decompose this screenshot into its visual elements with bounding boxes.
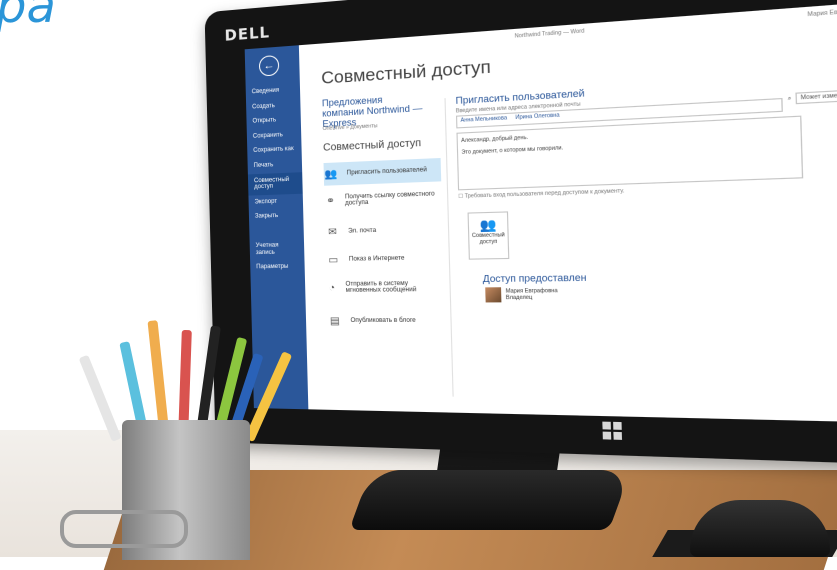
divider	[444, 98, 454, 397]
option-label: Показ в Интернете	[348, 255, 405, 263]
email-icon: ✉	[328, 226, 338, 238]
share-button-label: Совместный доступ	[471, 232, 505, 246]
option-present-online[interactable]: ▭ Показ в Интернете	[326, 251, 444, 268]
page-title: Совместный доступ	[321, 56, 492, 88]
option-invite-people[interactable]: 👥 Пригласить пользователей	[323, 157, 442, 186]
present-icon: ▭	[328, 254, 339, 266]
sidebar-item-export[interactable]: Экспорт	[248, 193, 303, 210]
message-textarea[interactable]: Александр, добрый день. Это документ, о …	[456, 115, 804, 191]
pencil	[78, 354, 122, 442]
computer-mouse	[690, 500, 830, 557]
option-label: Опубликовать в блоге	[350, 317, 416, 325]
link-icon: ⚭	[326, 195, 336, 207]
back-arrow-icon[interactable]: ←	[258, 54, 280, 77]
option-label: Эл. почта	[348, 227, 377, 235]
monitor-stand-base	[349, 470, 631, 530]
address-book-icon[interactable]: ⌕	[788, 95, 792, 102]
option-email[interactable]: ✉ Эл. почта	[325, 222, 443, 240]
recipient-chip[interactable]: Анна Мельникова	[457, 114, 510, 125]
checkbox-label: Требовать вход пользователя перед доступ…	[464, 187, 625, 200]
dell-logo: DELL	[224, 23, 271, 45]
sidebar-item-close[interactable]: Закрыть	[249, 208, 304, 224]
share-heading: Совместный доступ	[322, 137, 422, 154]
person-role: Владелец	[505, 294, 533, 302]
sidebar-item-options[interactable]: Параметры	[250, 259, 305, 275]
people-icon: 👥	[324, 168, 338, 181]
monitor: DELL ← Сведения Создать Открыть Сохранит…	[204, 0, 837, 466]
word-window: ← Сведения Создать Открыть Сохранить Сох…	[244, 0, 837, 424]
option-get-link[interactable]: ⚭ Получить ссылку совместного доступа	[324, 190, 442, 209]
meeting-icon: ◔	[328, 282, 336, 294]
sidebar-item-account[interactable]: Учетная запись	[250, 238, 305, 261]
avatar	[485, 287, 502, 303]
require-signin-checkbox[interactable]: ☐ Требовать вход пользователя перед дост…	[458, 188, 624, 200]
shared-person: Мария Евграфовна Владелец	[485, 287, 558, 303]
recipient-chip[interactable]: Ирина Олеговна	[512, 111, 563, 122]
shared-with-heading: Доступ предоставлен	[482, 272, 587, 285]
option-publish-blog[interactable]: ▤ Опубликовать в блоге	[327, 313, 445, 328]
binder-clip	[60, 510, 188, 548]
user-name[interactable]: Мария Евграфовна	[807, 7, 837, 18]
permission-dropdown[interactable]: Может изменять	[795, 89, 837, 105]
windows-logo-icon	[602, 421, 623, 440]
caption-text: pa	[0, 0, 56, 34]
share-button[interactable]: 👥 Совместный доступ	[467, 211, 510, 260]
option-label: Получить ссылку совместного доступа	[344, 191, 435, 207]
option-label: Отправить в систему мгновенных сообщений	[345, 280, 417, 294]
option-send-im[interactable]: ◔ Отправить в систему мгновенных сообщен…	[327, 279, 445, 295]
share-people-icon: 👥	[479, 217, 497, 233]
sidebar-item-share[interactable]: Совместный доступ	[247, 171, 303, 196]
title-bar: Northwind Trading — Word Мария Евграфовн…	[299, 0, 837, 60]
blog-icon: ▤	[329, 315, 340, 327]
option-label: Пригласить пользователей	[346, 167, 428, 177]
permission-control: ⌕ Может изменять	[788, 89, 837, 105]
document-title: Northwind Trading — Word	[514, 28, 585, 40]
